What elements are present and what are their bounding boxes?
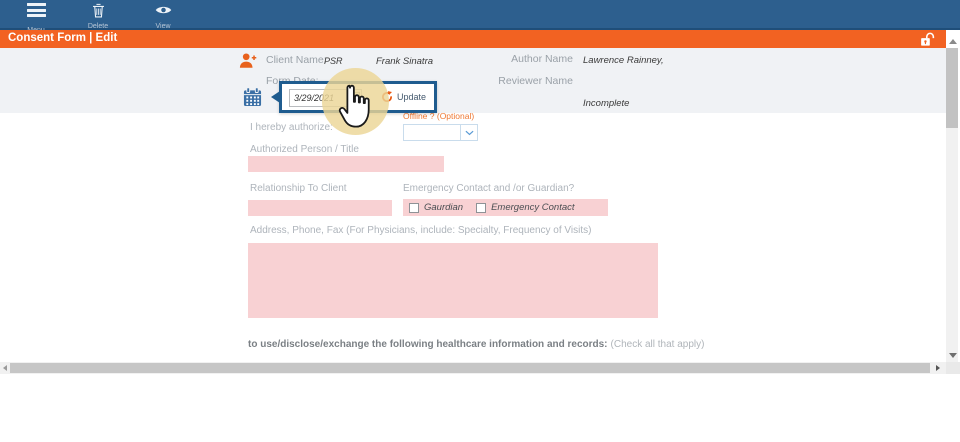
popup-pointer <box>271 91 280 103</box>
emergency-contact-checkbox[interactable] <box>476 203 486 213</box>
client-name-label: Client Name: <box>266 54 327 66</box>
authorize-select[interactable] <box>403 124 478 141</box>
eye-icon <box>155 3 172 17</box>
view-button-label: View <box>141 23 185 30</box>
scroll-right-arrow[interactable] <box>936 365 940 371</box>
trash-icon <box>91 3 106 18</box>
hamburger-icon <box>27 3 46 20</box>
guardian-checkbox-label: Gaurdian <box>424 202 463 213</box>
unlock-icon[interactable] <box>920 32 936 47</box>
horizontal-scrollbar-thumb[interactable] <box>10 363 930 373</box>
menu-button[interactable]: Menu <box>14 3 58 34</box>
relationship-label: Relationship To Client <box>250 183 347 194</box>
page-title: Consent Form | Edit <box>8 32 117 44</box>
reviewer-name-label: Reviewer Name <box>478 75 573 87</box>
scroll-up-arrow[interactable] <box>949 39 957 44</box>
author-name-value: Lawrence Rainney, <box>583 55 664 66</box>
emergency-contact-checkbox-label: Emergency Contact <box>491 202 574 213</box>
scrollbar-corner <box>946 362 960 374</box>
calendar-icon[interactable] <box>243 87 262 107</box>
guardian-emergency-group: Gaurdian Emergency Contact <box>403 199 608 216</box>
emergency-question-label: Emergency Contact and /or Guardian? <box>403 183 574 194</box>
delete-button-label: Delete <box>76 23 120 30</box>
relationship-input[interactable] <box>248 200 392 216</box>
update-button-label: Update <box>397 92 426 102</box>
disclosure-statement: to use/disclose/exchange the following h… <box>248 339 704 350</box>
view-button[interactable]: View <box>141 3 185 30</box>
app-window: Menu Delete View Consent Form | Edit <box>0 0 960 442</box>
status-badge: Incomplete <box>583 98 629 109</box>
title-bar: Consent Form | Edit <box>0 30 946 48</box>
client-person-icon <box>239 52 257 70</box>
scroll-down-arrow[interactable] <box>949 353 957 358</box>
address-textarea[interactable] <box>248 243 658 318</box>
author-name-label: Author Name <box>478 53 573 65</box>
authorized-person-label: Authorized Person / Title <box>250 144 359 155</box>
disclosure-note: (Check all that apply) <box>611 339 705 350</box>
form-header-band <box>0 48 946 113</box>
scroll-left-arrow[interactable] <box>3 365 7 371</box>
app-toolbar: Menu Delete View <box>0 0 960 30</box>
vertical-scrollbar-thumb[interactable] <box>946 48 958 128</box>
authorize-label: I hereby authorize: <box>250 122 333 133</box>
chevron-down-icon <box>460 125 477 140</box>
client-code-value: PSR <box>324 56 343 66</box>
guardian-checkbox[interactable] <box>409 203 419 213</box>
authorized-person-input[interactable] <box>248 156 444 172</box>
client-name-value: Frank Sinatra <box>376 56 433 67</box>
disclosure-statement-bold: to use/disclose/exchange the following h… <box>248 339 608 350</box>
address-label: Address, Phone, Fax (For Physicians, inc… <box>250 225 591 236</box>
hand-cursor-icon <box>338 84 371 130</box>
delete-button[interactable]: Delete <box>76 3 120 30</box>
